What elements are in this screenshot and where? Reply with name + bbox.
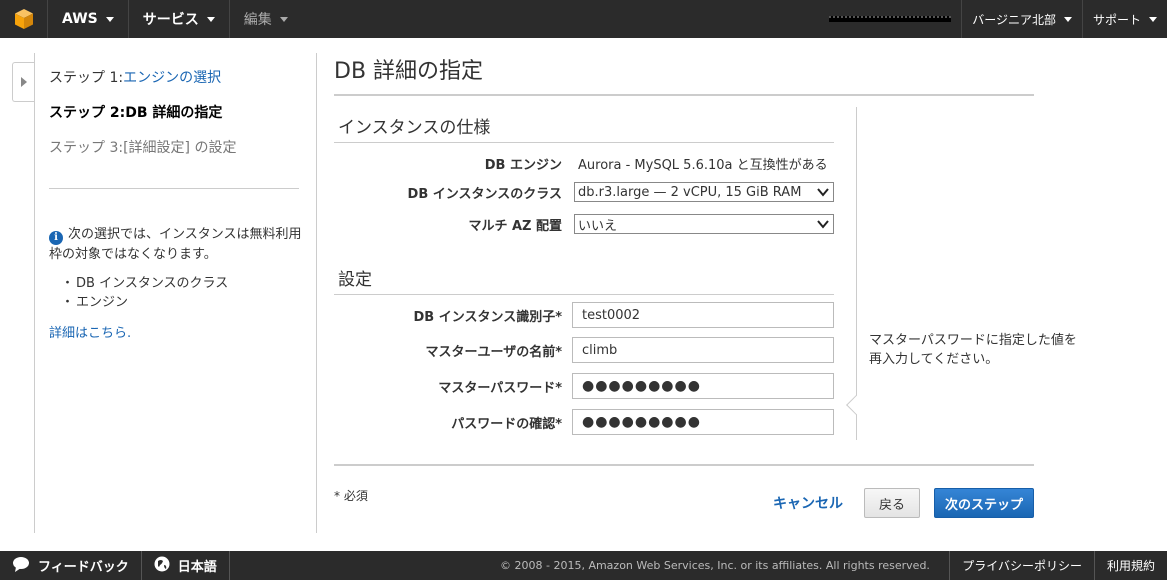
help-text: マスターパスワードに指定した値を再入力してください。 xyxy=(869,333,1077,367)
chevron-down-icon xyxy=(817,220,829,229)
confirm-password-label: パスワードの確認* xyxy=(451,416,562,432)
master-user-input[interactable]: climb xyxy=(572,337,834,363)
list-item: エンジン xyxy=(75,293,309,312)
identifier-label: DB インスタンス識別子* xyxy=(413,309,562,325)
multi-az-select[interactable]: いいえ xyxy=(574,214,834,234)
confirm-password-input[interactable]: ●●●●●●●●● xyxy=(572,409,834,435)
speech-bubble-icon xyxy=(12,556,30,576)
divider xyxy=(334,142,834,143)
wizard-step-2: ステップ 2:DB 詳細の指定 xyxy=(49,105,223,121)
aws-menu-label: AWS xyxy=(62,11,98,27)
wizard-step-1[interactable]: ステップ 1:エンジンの選択 xyxy=(49,67,316,87)
engine-row: DB エンジン Aurora - MySQL 5.6.10a と互換性がある xyxy=(334,150,839,176)
identifier-input[interactable]: test0002 xyxy=(572,302,834,328)
chevron-down-icon xyxy=(1149,16,1157,22)
copyright-text: © 2008 - 2015, Amazon Web Services, Inc.… xyxy=(500,559,930,572)
divider xyxy=(334,294,834,295)
step-1-link[interactable]: エンジンの選択 xyxy=(123,70,221,86)
multi-az-row: マルチ AZ 配置 いいえ xyxy=(334,211,839,237)
wizard-sidebar: ステップ 1:エンジンの選択 ステップ 2:DB 詳細の指定 ステップ 3:[詳… xyxy=(34,53,317,533)
master-user-label: マスターユーザの名前* xyxy=(425,344,562,360)
instance-class-select[interactable]: db.r3.large — 2 vCPU, 15 GiB RAM xyxy=(574,182,834,202)
info-icon: i xyxy=(49,230,63,245)
free-tier-note: i次の選択では、インスタンスは無料利用枠の対象ではなくなります。 DB インスタ… xyxy=(49,225,309,343)
chevron-down-icon xyxy=(206,16,215,22)
services-menu[interactable]: サービス xyxy=(129,0,230,38)
region-menu[interactable]: バージニア北部 xyxy=(961,0,1082,38)
footer: フィードバック 日本語 © 2008 - 2015, Amazon Web Se… xyxy=(0,551,1167,580)
chevron-down-icon xyxy=(817,188,829,197)
cancel-button[interactable]: キャンセル xyxy=(773,493,843,513)
chevron-down-icon xyxy=(1063,16,1072,22)
chevron-down-icon xyxy=(105,16,114,22)
main-content: DB 詳細の指定 インスタンスの仕様 DB エンジン Aurora - MySQ… xyxy=(334,53,1034,435)
instance-class-value: db.r3.large — 2 vCPU, 15 GiB RAM xyxy=(578,184,802,200)
help-divider xyxy=(856,107,857,440)
master-password-row: マスターパスワード* ●●●●●●●●● xyxy=(334,373,839,399)
instance-class-row: DB インスタンスのクラス db.r3.large — 2 vCPU, 15 G… xyxy=(334,179,839,205)
engine-label: DB エンジン xyxy=(484,157,562,173)
wizard-step-3: ステップ 3:[詳細設定] の設定 xyxy=(49,140,237,156)
note-text: 次の選択では、インスタンスは無料利用枠の対象ではなくなります。 xyxy=(49,227,302,262)
aws-logo-button[interactable] xyxy=(0,0,48,38)
edit-menu-label: 編集 xyxy=(243,12,272,28)
note-list: DB インスタンスのクラス エンジン xyxy=(75,274,309,312)
step-1-prefix: ステップ 1: xyxy=(49,70,124,86)
region-label: バージニア北部 xyxy=(972,12,1056,27)
required-note: * 必須 xyxy=(334,489,368,503)
multi-az-value: いいえ xyxy=(578,218,618,234)
language-button[interactable]: 日本語 xyxy=(142,551,230,580)
engine-value: Aurora - MySQL 5.6.10a と互換性がある xyxy=(578,157,828,173)
privacy-policy-link[interactable]: プライバシーポリシー xyxy=(949,551,1094,580)
support-label: サポート xyxy=(1092,12,1141,27)
page-title: DB 詳細の指定 xyxy=(334,59,484,84)
terms-link[interactable]: 利用規約 xyxy=(1093,551,1167,580)
feedback-button[interactable]: フィードバック xyxy=(0,551,142,580)
top-nav: AWS サービス 編集 バージニア北部 サポート xyxy=(0,0,1167,38)
list-item: DB インスタンスのクラス xyxy=(75,274,309,293)
services-menu-label: サービス xyxy=(142,12,199,28)
section-title-spec: インスタンスの仕様 xyxy=(338,118,491,138)
master-password-input[interactable]: ●●●●●●●●● xyxy=(572,373,834,399)
aws-cube-icon xyxy=(14,8,34,30)
instance-class-label: DB インスタンスのクラス xyxy=(407,186,562,202)
globe-icon xyxy=(154,556,170,576)
chevron-down-icon xyxy=(279,16,288,22)
account-menu[interactable] xyxy=(819,0,961,38)
language-label: 日本語 xyxy=(177,560,217,575)
section-title-settings: 設定 xyxy=(338,270,372,290)
aws-menu[interactable]: AWS xyxy=(48,0,129,38)
divider xyxy=(334,464,1034,466)
support-menu[interactable]: サポート xyxy=(1081,0,1167,38)
master-password-label: マスターパスワード* xyxy=(438,380,562,396)
more-info-link[interactable]: 詳細はこちら. xyxy=(49,324,309,343)
master-user-row: マスターユーザの名前* climb xyxy=(334,337,839,363)
help-pointer xyxy=(846,395,866,415)
edit-menu[interactable]: 編集 xyxy=(230,0,302,38)
divider xyxy=(49,188,299,189)
multi-az-label: マルチ AZ 配置 xyxy=(468,218,562,234)
identifier-row: DB インスタンス識別子* test0002 xyxy=(334,302,839,328)
back-button[interactable]: 戻る xyxy=(864,488,920,518)
divider xyxy=(334,94,1034,96)
confirm-password-row: パスワードの確認* ●●●●●●●●● xyxy=(334,409,839,435)
chevron-right-icon xyxy=(20,77,27,87)
redacted-account-name xyxy=(829,16,952,22)
sidebar-toggle-button[interactable] xyxy=(12,62,34,102)
feedback-label: フィードバック xyxy=(38,560,129,575)
next-step-button[interactable]: 次のステップ xyxy=(934,488,1034,518)
